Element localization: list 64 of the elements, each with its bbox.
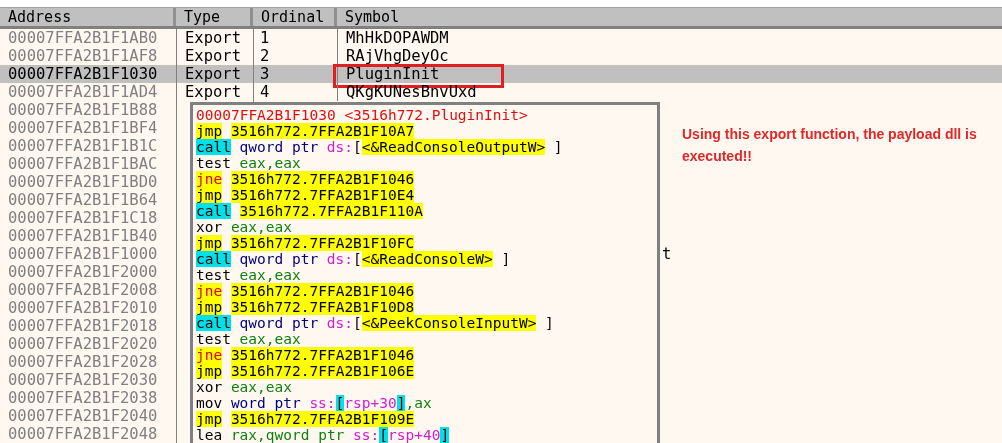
table-cell: Export bbox=[185, 47, 241, 65]
table-cell: 00007FFA2B1F2030 bbox=[8, 371, 158, 389]
code-line: mov word ptr ss:[rsp+30],ax bbox=[196, 395, 433, 411]
table-cell: 00007FFA2B1F1B88 bbox=[8, 101, 158, 119]
code-line: jmp 3516h772.7FFA2B1F109E bbox=[196, 411, 416, 427]
code-line: lea rax,qword ptr ss:[rsp+40] bbox=[196, 427, 451, 443]
table-cell: QKgKUNesBnvUxd bbox=[346, 83, 477, 101]
column-header[interactable]: Ordinal bbox=[253, 8, 337, 26]
table-cell: 3 bbox=[260, 65, 270, 83]
code-line: jmp 3516h772.7FFA2B1F10A7 bbox=[196, 123, 416, 139]
table-cell: 00007FFA2B1F1BF4 bbox=[8, 119, 158, 137]
table-cell: 00007FFA2B1F2040 bbox=[8, 407, 158, 425]
column-header[interactable]: Symbol bbox=[337, 8, 1002, 26]
code-line: call qword ptr ds:[<&ReadConsoleW> ] bbox=[196, 251, 512, 267]
table-cell: 00007FFA2B1F2000 bbox=[8, 263, 158, 281]
table-cell: 00007FFA2B1F2010 bbox=[8, 299, 158, 317]
table-cell: t bbox=[662, 245, 672, 263]
table-cell: 00007FFA2B1F2038 bbox=[8, 389, 158, 407]
code-line: call 3516h772.7FFA2B1F110A bbox=[196, 203, 424, 219]
code-line: jmp 3516h772.7FFA2B1F106E bbox=[196, 363, 416, 379]
column-header[interactable]: Address bbox=[0, 8, 176, 26]
code-line: jne 3516h772.7FFA2B1F1046 bbox=[196, 347, 416, 363]
annotation-text: Using this export function, the payload dll is executed!! bbox=[682, 125, 978, 166]
code-line: 00007FFA2B1F1030 <3516h772.PluginInit> bbox=[196, 107, 529, 123]
code-line: test eax,eax bbox=[196, 155, 302, 171]
table-cell: Export bbox=[185, 29, 241, 47]
table-cell: 00007FFA2B1F2028 bbox=[8, 353, 158, 371]
table-cell: 00007FFA2B1F1AB0 bbox=[8, 29, 158, 47]
table-cell: 00007FFA2B1F2018 bbox=[8, 317, 158, 335]
code-line: jmp 3516h772.7FFA2B1F10D8 bbox=[196, 299, 416, 315]
table-cell: Export bbox=[185, 65, 241, 83]
table-cell: 1 bbox=[260, 29, 270, 47]
table-cell: 2 bbox=[260, 47, 270, 65]
table-cell: 00007FFA2B1F1B64 bbox=[8, 191, 158, 209]
code-line: jne 3516h772.7FFA2B1F1046 bbox=[196, 171, 416, 187]
table-cell: 00007FFA2B1F2048 bbox=[8, 425, 158, 443]
code-line: jmp 3516h772.7FFA2B1F10FC bbox=[196, 235, 416, 251]
code-line: test eax,eax bbox=[196, 331, 302, 347]
table-cell: Export bbox=[185, 83, 241, 101]
table-cell: 00007FFA2B1F1030 bbox=[8, 65, 158, 83]
table-row[interactable]: 00007FFA2B1F1AB0 Export 1 MhHkDOPAWDM bbox=[0, 29, 1002, 47]
code-line: jmp 3516h772.7FFA2B1F10E4 bbox=[196, 187, 416, 203]
table-cell: 00007FFA2B1F1B1C bbox=[8, 137, 158, 155]
table-cell: RAjVhgDeyOc bbox=[346, 47, 449, 65]
table-cell: 00007FFA2B1F1B40 bbox=[8, 227, 158, 245]
table-cell: 00007FFA2B1F1BD0 bbox=[8, 173, 158, 191]
code-line: call qword ptr ds:[<&PeekConsoleInputW> ] bbox=[196, 315, 555, 331]
code-line: test eax,eax bbox=[196, 267, 302, 283]
table-cell: 00007FFA2B1F1000 bbox=[8, 245, 158, 263]
code-line: xor eax,eax bbox=[196, 379, 293, 395]
table-row[interactable]: 00007FFA2B1F1AD4 Export 4 QKgKUNesBnvUxd bbox=[0, 83, 1002, 101]
table-cell: 00007FFA2B1F2008 bbox=[8, 281, 158, 299]
table-cell: 4 bbox=[260, 83, 270, 101]
table-cell: 00007FFA2B1F2020 bbox=[8, 335, 158, 353]
table-cell: PluginInit bbox=[346, 65, 440, 83]
code-line: xor eax,eax bbox=[196, 219, 293, 235]
table-cell: MhHkDOPAWDM bbox=[346, 29, 449, 47]
table-cell: 00007FFA2B1F1C18 bbox=[8, 209, 158, 227]
table-row[interactable]: 00007FFA2B1F1030 Export 3 PluginInit bbox=[0, 65, 1002, 83]
table-cell: 00007FFA2B1F1BAC bbox=[8, 155, 158, 173]
table-cell: 00007FFA2B1F1AF8 bbox=[8, 47, 158, 65]
table-cell: 00007FFA2B1F1AD4 bbox=[8, 83, 158, 101]
column-header[interactable]: Type bbox=[176, 8, 253, 26]
code-line: jne 3516h772.7FFA2B1F1046 bbox=[196, 283, 416, 299]
